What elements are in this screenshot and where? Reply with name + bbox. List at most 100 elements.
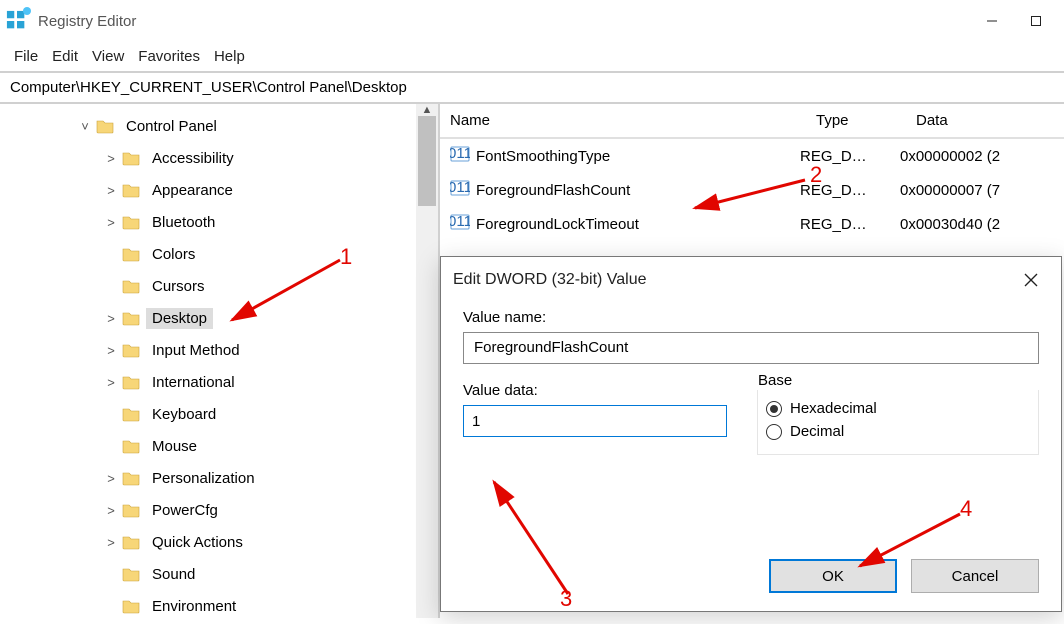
folder-icon [122, 310, 140, 326]
menu-favorites[interactable]: Favorites [134, 46, 204, 67]
scroll-up-icon[interactable]: ▲ [416, 104, 438, 116]
folder-icon [122, 534, 140, 550]
tree-item-mouse[interactable]: Mouse [0, 430, 438, 462]
tree-label: Appearance [146, 180, 239, 201]
chevron-right-icon[interactable]: > [102, 471, 120, 486]
tree-item-cursors[interactable]: Cursors [0, 270, 438, 302]
folder-icon [122, 502, 140, 518]
tree-item-colors[interactable]: Colors [0, 238, 438, 270]
close-icon[interactable] [1013, 262, 1049, 298]
tree-item-environment[interactable]: Environment [0, 590, 438, 618]
ok-button[interactable]: OK [769, 559, 897, 593]
menu-file[interactable]: File [10, 46, 42, 67]
chevron-right-icon[interactable]: > [102, 311, 120, 326]
chevron-right-icon[interactable]: > [102, 183, 120, 198]
annotation-4: 4 [960, 496, 972, 522]
value-name-field: ForegroundFlashCount [463, 332, 1039, 364]
tree-item-keyboard[interactable]: Keyboard [0, 398, 438, 430]
chevron-right-icon[interactable]: > [102, 375, 120, 390]
folder-icon [122, 246, 140, 262]
folder-icon [122, 470, 140, 486]
tree-label: Keyboard [146, 404, 222, 425]
tree-item-accessibility[interactable]: >Accessibility [0, 142, 438, 174]
folder-icon [122, 374, 140, 390]
tree-item-powercfg[interactable]: > PowerCfg [0, 494, 438, 526]
tree-label: PowerCfg [146, 500, 224, 521]
row-data: 0x00000007 (7 [900, 182, 1064, 199]
chevron-right-icon[interactable]: > [102, 343, 120, 358]
folder-icon [122, 406, 140, 422]
tree-label: Control Panel [120, 116, 223, 137]
scrollbar-thumb[interactable] [418, 116, 436, 206]
dialog-title: Edit DWORD (32-bit) Value [453, 271, 647, 289]
tree-label: Environment [146, 596, 242, 617]
radio-decimal[interactable]: Decimal [766, 423, 1030, 440]
chevron-right-icon[interactable]: > [102, 215, 120, 230]
folder-icon [122, 566, 140, 582]
tree-label: International [146, 372, 241, 393]
tree-label: Bluetooth [146, 212, 221, 233]
row-name: ForegroundLockTimeout [476, 216, 800, 233]
value-data-label: Value data: [463, 382, 727, 399]
chevron-down-icon[interactable]: ˅ [76, 119, 94, 134]
tree-label: Desktop [146, 308, 213, 329]
row-name: ForegroundFlashCount [476, 182, 800, 199]
tree-item-control-panel[interactable]: ˅ Control Panel [0, 110, 438, 142]
hex-label: Hexadecimal [790, 400, 877, 417]
list-row[interactable]: 011ForegroundFlashCountREG_D…0x00000007 … [440, 173, 1064, 207]
list-row[interactable]: 011FontSmoothingTypeREG_D…0x00000002 (2 [440, 139, 1064, 173]
window-title: Registry Editor [38, 13, 136, 30]
tree-label: Input Method [146, 340, 246, 361]
list-header: Name Type Data [440, 104, 1064, 139]
address-bar[interactable]: Computer\HKEY_CURRENT_USER\Control Panel… [0, 73, 1064, 104]
minimize-button[interactable] [970, 5, 1014, 37]
tree-scrollbar[interactable]: ▲ [416, 104, 438, 618]
folder-icon [122, 278, 140, 294]
tree-label: Personalization [146, 468, 261, 489]
chevron-right-icon[interactable]: > [102, 535, 120, 550]
annotation-2: 2 [810, 162, 822, 188]
tree-item-input-method[interactable]: > Input Method [0, 334, 438, 366]
value-name-label: Value name: [463, 309, 1039, 326]
tree-item-appearance[interactable]: > Appearance [0, 174, 438, 206]
titlebar: Registry Editor [0, 0, 1064, 42]
maximize-button[interactable] [1014, 5, 1058, 37]
tree-item-bluetooth[interactable]: > Bluetooth [0, 206, 438, 238]
edit-dword-dialog: Edit DWORD (32-bit) Value Value name: Fo… [440, 256, 1062, 612]
base-label: Base [758, 372, 794, 389]
value-data-input[interactable] [463, 405, 727, 437]
tree-item-sound[interactable]: Sound [0, 558, 438, 590]
folder-icon [122, 598, 140, 614]
tree-label: Colors [146, 244, 201, 265]
col-name[interactable]: Name [440, 104, 806, 137]
tree-pane: ˅Control Panel>Accessibility>Appearance>… [0, 104, 440, 618]
list-row[interactable]: 011ForegroundLockTimeoutREG_D…0x00030d40… [440, 207, 1064, 241]
menu-help[interactable]: Help [210, 46, 249, 67]
menu-edit[interactable]: Edit [48, 46, 82, 67]
tree-label: Sound [146, 564, 201, 585]
address-path: Computer\HKEY_CURRENT_USER\Control Panel… [10, 79, 407, 96]
tree-item-international[interactable]: > International [0, 366, 438, 398]
tree-item-personalization[interactable]: > Personalization [0, 462, 438, 494]
folder-icon [122, 342, 140, 358]
row-name: FontSmoothingType [476, 148, 800, 165]
tree-label: Mouse [146, 436, 203, 457]
chevron-right-icon[interactable]: > [102, 503, 120, 518]
menu-view[interactable]: View [88, 46, 128, 67]
col-type[interactable]: Type [806, 104, 906, 137]
folder-icon [122, 182, 140, 198]
col-data[interactable]: Data [906, 104, 1064, 137]
row-data: 0x00030d40 (2 [900, 216, 1064, 233]
tree-item-quick-actions[interactable]: >Quick Actions [0, 526, 438, 558]
radio-hexadecimal[interactable]: Hexadecimal [766, 400, 1030, 417]
annotation-1: 1 [340, 244, 352, 270]
svg-text:011: 011 [450, 179, 470, 196]
reg-dword-icon: 011 [450, 212, 472, 236]
row-type: REG_D… [800, 216, 900, 233]
tree-item-desktop[interactable]: > Desktop [0, 302, 438, 334]
folder-icon [122, 438, 140, 454]
cancel-button[interactable]: Cancel [911, 559, 1039, 593]
regedit-icon [6, 10, 28, 32]
chevron-right-icon[interactable]: > [102, 151, 120, 166]
tree-label: Cursors [146, 276, 211, 297]
